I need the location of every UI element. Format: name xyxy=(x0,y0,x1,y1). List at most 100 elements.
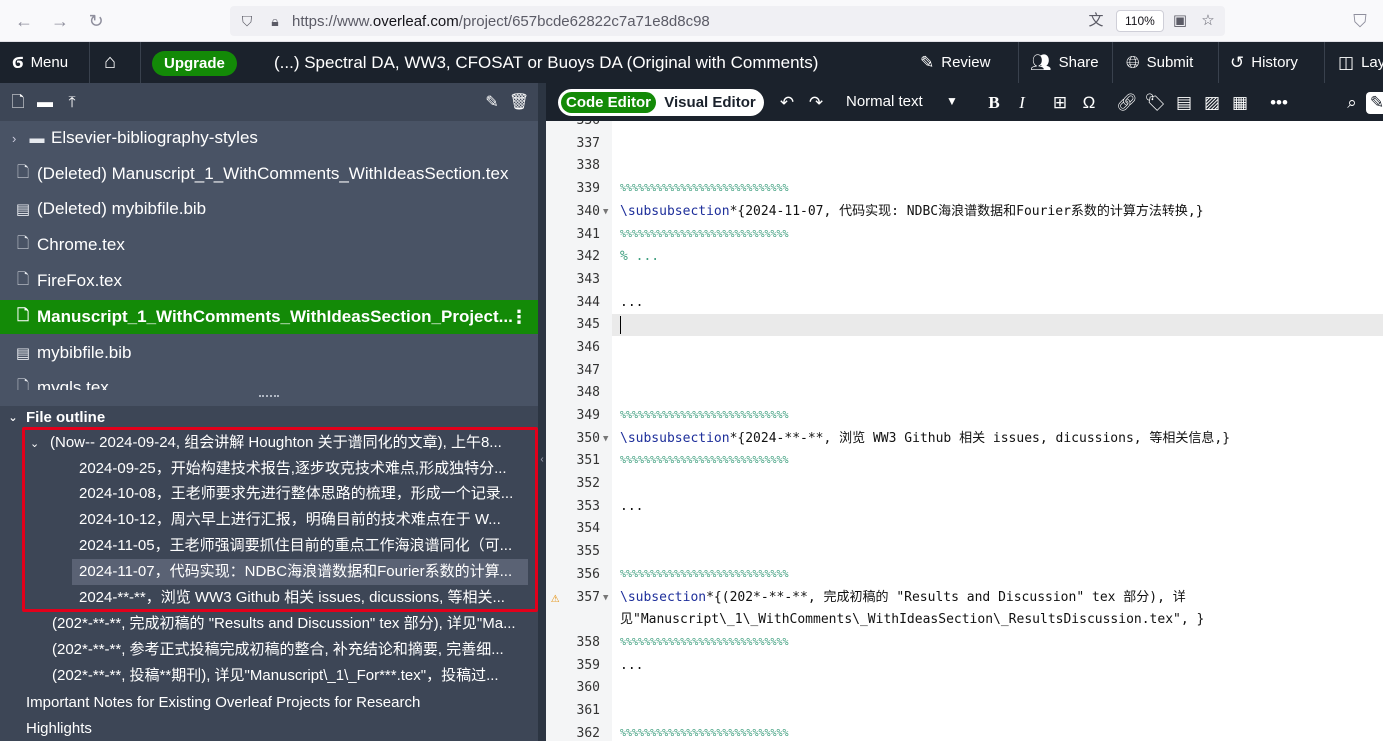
upload-icon[interactable]: ⤒ xyxy=(62,93,82,113)
delete-trash-icon[interactable]: 🗑︎ xyxy=(509,93,529,113)
project-title[interactable]: (...) Spectral DA, WW3, CFOSAT or Buoys … xyxy=(274,42,818,83)
image-icon[interactable]: ▨ xyxy=(1201,92,1223,114)
paragraph-style-select[interactable]: Normal text xyxy=(846,93,923,110)
outline-item[interactable]: 2024-10-12，周六早上进行汇报，明确目前的技术难点在于 W... xyxy=(72,507,528,533)
panel-resizer[interactable] xyxy=(0,390,538,406)
outline-item[interactable]: 2024-09-25，开始构建技术报告,逐步攻克技术难点,形成独特分... xyxy=(72,456,528,482)
bold-icon[interactable]: B xyxy=(983,92,1005,114)
new-file-icon[interactable]: 🗋 xyxy=(8,93,28,113)
star-icon[interactable]: ☆ xyxy=(1198,11,1218,31)
code-line[interactable]: ... xyxy=(620,292,643,314)
chevron-right-icon[interactable]: › xyxy=(12,131,28,146)
format-icon[interactable]: ✎ xyxy=(1366,92,1383,114)
outline-item[interactable]: ⌄ (Now-- 2024-09-24, 组会讲解 Houghton 关于谱同化的… xyxy=(30,430,530,456)
file-icon: 🗋 xyxy=(16,234,30,252)
chevron-down-icon[interactable]: ⌄ xyxy=(0,411,26,424)
translate-icon[interactable]: 文 xyxy=(1086,11,1106,31)
outline-item[interactable]: (202*-**-**, 投稿**期刊), 详见"Manuscript\_1\_… xyxy=(52,663,528,689)
reader-icon[interactable]: ▣ xyxy=(1170,11,1190,31)
layout-button[interactable]: ◫ Lay xyxy=(1338,42,1383,83)
outline-item-active[interactable]: 2024-11-07，代码实现：NDBC海浪谱数据和Fourier系数的计算..… xyxy=(72,559,528,585)
outline-item[interactable]: (202*-**-**, 完成初稿的 "Results and Discussi… xyxy=(52,611,528,637)
url-bar[interactable]: ⛉ 🔒︎ https://www.overleaf.com/project/65… xyxy=(230,6,1225,36)
pocket-icon[interactable]: ⛉ xyxy=(1348,9,1372,33)
collapse-panel-icon[interactable]: ‹ xyxy=(539,445,545,475)
vertical-panel-divider[interactable] xyxy=(538,83,546,741)
file-tree-item[interactable]: 🗋 (Deleted) Manuscript_1_WithComments_Wi… xyxy=(0,157,538,191)
reload-icon[interactable]: ↻ xyxy=(84,9,108,33)
chevron-down-icon[interactable]: ⌄ xyxy=(30,431,50,456)
outline-item[interactable]: Important Notes for Existing Overleaf Pr… xyxy=(26,690,528,716)
home-icon[interactable]: ⌂ xyxy=(104,42,116,83)
outline-item[interactable]: (202*-**-**, 参考正式投稿完成初稿的整合, 补充结论和摘要, 完善细… xyxy=(52,637,528,663)
code-line[interactable]: %%%%%%%%%%%%%%%%%%%%%%%%%%%% xyxy=(620,405,789,427)
link-icon[interactable]: 🔗︎ xyxy=(1116,92,1138,114)
outline-item[interactable]: Highlights xyxy=(26,716,528,741)
redo-icon[interactable]: ↷ xyxy=(805,92,827,114)
fold-arrow-icon[interactable]: ▼ xyxy=(603,587,608,609)
history-button[interactable]: ↺ History xyxy=(1230,42,1298,83)
code-line[interactable]: %%%%%%%%%%%%%%%%%%%%%%%%%%%% xyxy=(620,564,789,586)
file-tree-item[interactable]: 🗋 FireFox.tex xyxy=(0,264,538,298)
code-line-wrap[interactable]: 见"Manuscript\_1\_WithComments\_WithIdeas… xyxy=(620,609,1204,631)
code-line-active[interactable] xyxy=(612,314,1383,336)
citation-icon[interactable]: ▤ xyxy=(1173,92,1195,114)
code-line[interactable]: %%%%%%%%%%%%%%%%%%%%%%%%%%%% xyxy=(620,450,789,472)
code-line[interactable]: \subsection*{(202*-**-**, 完成初稿的 "Results… xyxy=(620,587,1186,609)
submit-label: Submit xyxy=(1146,54,1194,71)
lock-icon[interactable]: 🔒︎ xyxy=(266,12,284,30)
more-options-icon[interactable]: ••• xyxy=(1268,92,1290,114)
undo-icon[interactable]: ↶ xyxy=(776,92,798,114)
code-line[interactable]: % ... xyxy=(620,246,659,268)
code-line[interactable]: %%%%%%%%%%%%%%%%%%%%%%%%%%%% xyxy=(620,723,789,741)
outline-item-label: (Now-- 2024-09-24, 组会讲解 Houghton 关于谱同化的文… xyxy=(50,434,502,451)
tag-icon[interactable]: 🏷︎ xyxy=(1144,92,1166,114)
visual-editor-toggle[interactable]: Visual Editor xyxy=(658,92,762,113)
code-line[interactable]: \subsubsection*{2024-**-**, 浏览 WW3 Githu… xyxy=(620,428,1230,450)
menu-button[interactable]: ϭ Menu xyxy=(12,42,68,83)
math-icon[interactable]: ⊞ xyxy=(1049,92,1071,114)
code-line[interactable]: ... xyxy=(620,655,643,677)
code-line[interactable]: %%%%%%%%%%%%%%%%%%%%%%%%%%%% xyxy=(620,632,789,654)
file-tree-label: FireFox.tex xyxy=(37,271,123,290)
code-editor[interactable]: 336 337 338 339 340 ▼ 341 342 343 344 34… xyxy=(546,121,1383,741)
editor-header: ϭ Menu ⌂ Upgrade (...) Spectral DA, WW3,… xyxy=(0,42,1383,83)
table-icon[interactable]: ▦ xyxy=(1229,92,1251,114)
code-line[interactable]: \subsubsection*{2024-11-07, 代码实现: NDBC海浪… xyxy=(620,201,1204,223)
file-tree-item[interactable]: ▤ mybibfile.bib xyxy=(0,336,538,370)
shield-icon[interactable]: ⛉ xyxy=(238,12,256,30)
italic-icon[interactable]: I xyxy=(1011,92,1033,114)
forward-arrow-icon[interactable]: → xyxy=(48,9,72,33)
zoom-badge[interactable]: 110% xyxy=(1116,10,1164,32)
line-number: 357 xyxy=(576,590,600,605)
share-label: Share xyxy=(1058,54,1099,71)
url-text[interactable]: https://www.overleaf.com/project/657bcde… xyxy=(292,13,710,30)
line-number: 339 xyxy=(576,181,600,196)
code-line[interactable]: ... xyxy=(620,496,643,518)
upgrade-button[interactable]: Upgrade xyxy=(152,51,237,76)
back-arrow-icon[interactable]: ← xyxy=(12,9,36,33)
new-folder-icon[interactable]: ▬ xyxy=(35,93,55,113)
caret-down-icon[interactable]: ▼ xyxy=(946,94,958,108)
fold-arrow-icon[interactable]: ▼ xyxy=(603,201,608,223)
file-outline-header[interactable]: ⌄ File outline xyxy=(0,406,538,428)
fold-arrow-icon[interactable]: ▼ xyxy=(603,428,608,450)
review-button[interactable]: ✎ Review xyxy=(920,42,990,83)
kebab-menu-icon[interactable]: ⋮ xyxy=(510,307,528,328)
rename-pencil-icon[interactable]: ✎ xyxy=(482,93,502,113)
outline-item[interactable]: 2024-**-**，浏览 WW3 Github 相关 issues, dicu… xyxy=(72,585,528,611)
file-tree-item[interactable]: ▤ (Deleted) mybibfile.bib xyxy=(0,192,538,226)
outline-item[interactable]: 2024-11-05，王老师强调要抓住目前的重点工作海浪谱同化（可... xyxy=(72,533,528,559)
submit-button[interactable]: 🌐︎ Submit xyxy=(1126,42,1193,83)
search-icon[interactable]: ⌕ xyxy=(1341,92,1363,114)
code-line[interactable]: %%%%%%%%%%%%%%%%%%%%%%%%%%%% xyxy=(620,178,789,200)
code-line[interactable]: %%%%%%%%%%%%%%%%%%%%%%%%%%%% xyxy=(620,224,789,246)
outline-item[interactable]: 2024-10-08，王老师要求先进行整体思路的梳理，形成一个记录... xyxy=(72,481,528,507)
symbol-omega-icon[interactable]: Ω xyxy=(1078,92,1100,114)
editor-toolbar: Code Editor Visual Editor ↶ ↷ Normal tex… xyxy=(546,83,1383,121)
file-tree-folder[interactable]: › ▬ Elsevier-bibliography-styles xyxy=(0,121,538,155)
share-button[interactable]: 👥︎ Share xyxy=(1030,42,1099,83)
code-editor-toggle[interactable]: Code Editor xyxy=(561,92,656,113)
file-tree-item[interactable]: 🗋 Chrome.tex xyxy=(0,228,538,262)
file-tree-item-selected[interactable]: 🗋 Manuscript_1_WithComments_WithIdeasSec… xyxy=(0,300,538,334)
